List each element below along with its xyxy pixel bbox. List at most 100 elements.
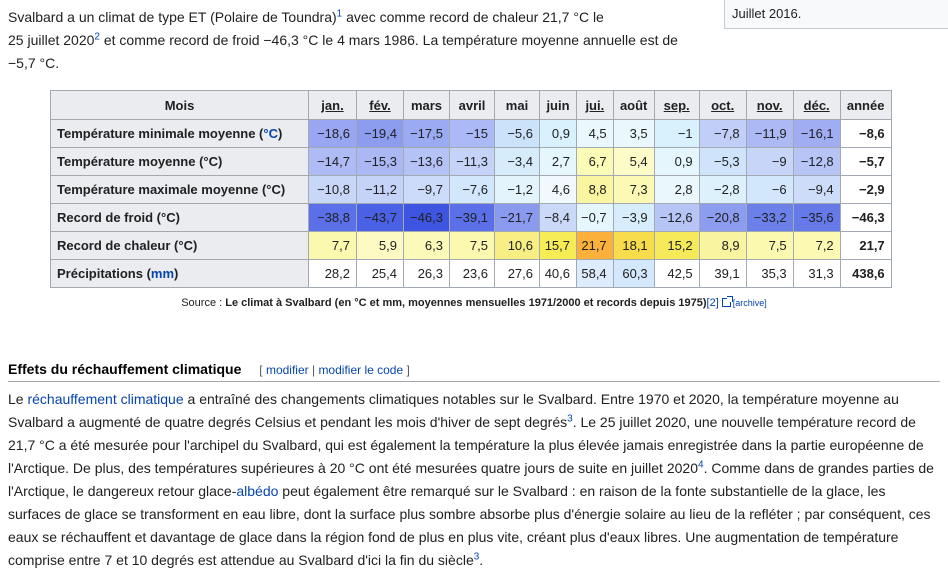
data-cell: 8,9 (698, 231, 747, 260)
data-cell: −46,3 (403, 203, 450, 232)
data-cell: 35,3 (745, 259, 794, 288)
table-row: Température minimale moyenne (°C) −18,6 −1… (50, 119, 892, 148)
month-header[interactable]: nov. (745, 90, 794, 120)
side-infobox: Juillet 2016. (724, 0, 948, 29)
row-label: Température maximale moyenne (°C) (50, 175, 309, 204)
month-header[interactable]: déc. (792, 90, 841, 120)
data-cell: −5,3 (698, 147, 747, 176)
section-divider (8, 381, 940, 382)
data-cell: −11,3 (449, 147, 495, 176)
row-label: Record de chaleur (°C) (50, 231, 309, 260)
data-cell: 18,1 (612, 231, 655, 260)
data-cell: −39,1 (449, 203, 495, 232)
data-cell: −15 (449, 119, 495, 148)
row-label: Température moyenne (°C) (50, 147, 309, 176)
data-cell: −35,6 (792, 203, 841, 232)
year-cell: 438,6 (839, 259, 892, 288)
data-cell: −11,9 (745, 119, 794, 148)
year-cell: −5,7 (839, 147, 892, 176)
row-label: Précipitations (mm) (50, 259, 309, 288)
table-row: Température maximale moyenne (°C) −10,8 −1… (50, 175, 892, 204)
month-header[interactable]: jan. (308, 90, 357, 120)
data-cell: 23,6 (449, 259, 495, 288)
unit-link[interactable]: °C (263, 126, 278, 141)
data-cell: −13,6 (403, 147, 450, 176)
data-cell: 26,3 (403, 259, 450, 288)
data-cell: −38,8 (308, 203, 357, 232)
year-cell: 21,7 (839, 231, 892, 260)
data-cell: 27,6 (494, 259, 540, 288)
data-cell: −2,8 (698, 175, 747, 204)
year-header: année (839, 90, 892, 120)
data-cell: −20,8 (698, 203, 747, 232)
albedo-link[interactable]: albédo (236, 483, 278, 499)
data-cell: 21,7 (576, 231, 614, 260)
month-header[interactable]: sep. (653, 90, 700, 120)
climate-warming-link[interactable]: réchauffement climatique (27, 391, 183, 407)
data-cell: −1,2 (494, 175, 540, 204)
table-row: Précipitations (mm) 28,2 25,4 26,3 23,6 27,6 4… (50, 259, 892, 288)
month-header: mars (403, 90, 450, 120)
header-corner: Mois (50, 90, 309, 120)
month-header[interactable]: fév. (356, 90, 404, 120)
table-row: Record de froid (°C) −38,8 −43,7 −46,3 −39,1… (50, 203, 892, 232)
data-cell: −9 (745, 147, 794, 176)
edit-link[interactable]: modifier (266, 363, 309, 377)
archive-link[interactable]: [archive] (733, 298, 767, 308)
data-cell: 5,9 (356, 231, 404, 260)
data-cell: 4,5 (576, 119, 614, 148)
data-cell: 60,3 (612, 259, 655, 288)
data-cell: −43,7 (356, 203, 404, 232)
data-cell: 7,5 (745, 231, 794, 260)
data-cell: −33,2 (745, 203, 794, 232)
source-reference-link[interactable]: [2] (707, 297, 719, 309)
month-header[interactable]: oct. (698, 90, 747, 120)
section-paragraph: Le réchauffement climatique a entraîné d… (8, 391, 934, 568)
data-cell: 28,2 (308, 259, 357, 288)
data-cell: −18,6 (308, 119, 357, 148)
data-cell: 15,2 (653, 231, 700, 260)
edit-source-link[interactable]: modifier le code (318, 363, 403, 377)
table-row: Température moyenne (°C) −14,7 −15,3 −13,6−… (50, 147, 892, 176)
data-cell: −3,4 (494, 147, 540, 176)
source-title: Le climat à Svalbard (en °C et mm, moyen… (225, 297, 707, 309)
unit-link[interactable]: mm (151, 266, 174, 281)
month-header[interactable]: jui. (576, 90, 614, 120)
data-cell: 58,4 (576, 259, 614, 288)
data-cell: 7,3 (612, 175, 655, 204)
section-title: Effets du réchauffement climatique (8, 361, 242, 377)
data-cell: −12,6 (653, 203, 700, 232)
row-label: Record de froid (°C) (50, 203, 309, 232)
data-cell: −10,8 (308, 175, 357, 204)
data-cell: 3,5 (612, 119, 655, 148)
data-cell: −6 (745, 175, 794, 204)
data-cell: 2,8 (653, 175, 700, 204)
data-cell: −0,7 (576, 203, 614, 232)
data-cell: −11,2 (356, 175, 404, 204)
year-cell: −2,9 (839, 175, 892, 204)
external-link-icon (721, 296, 733, 307)
data-cell: −3,9 (612, 203, 655, 232)
section-edit-links: [ modifier | modifier le code ] (259, 363, 410, 377)
data-cell: 0,9 (653, 147, 700, 176)
data-cell: −8,4 (539, 203, 577, 232)
data-cell: 0,9 (539, 119, 577, 148)
data-cell: −15,3 (356, 147, 404, 176)
month-header: mai (494, 90, 540, 120)
data-cell: 7,7 (308, 231, 357, 260)
data-cell: 2,7 (539, 147, 577, 176)
month-header: août (612, 90, 655, 120)
month-header: juin (539, 90, 577, 120)
data-cell: −7,6 (449, 175, 495, 204)
data-cell: 42,5 (653, 259, 700, 288)
data-cell: 8,8 (576, 175, 614, 204)
data-cell: 7,2 (792, 231, 841, 260)
data-cell: 40,6 (539, 259, 577, 288)
data-cell: −21,7 (494, 203, 540, 232)
data-cell: −12,8 (792, 147, 841, 176)
data-cell: −9,4 (792, 175, 841, 204)
data-cell: 10,6 (494, 231, 540, 260)
data-cell: 25,4 (356, 259, 404, 288)
data-cell: 31,3 (792, 259, 841, 288)
data-cell: −16,1 (792, 119, 841, 148)
